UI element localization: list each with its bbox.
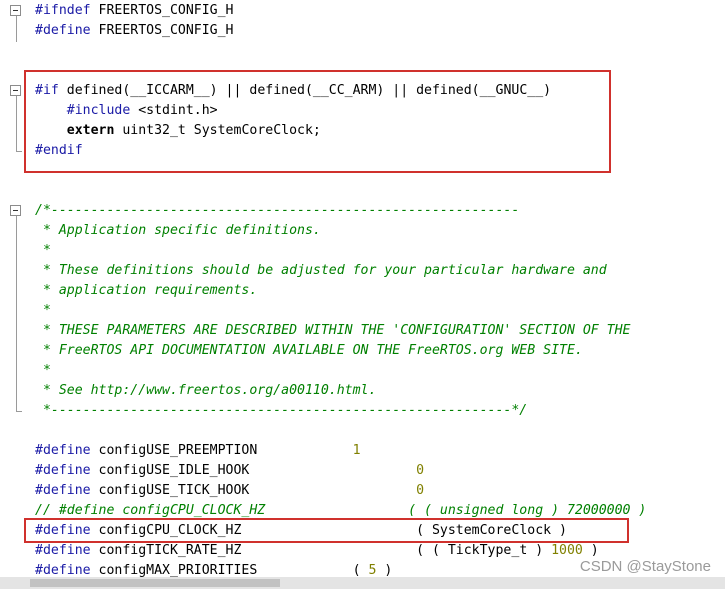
scrollbar-thumb[interactable] <box>30 579 280 587</box>
code-token: configUSE_IDLE_HOOK <box>90 463 417 478</box>
code-line[interactable]: * FreeRTOS API DOCUMENTATION AVAILABLE O… <box>35 341 583 361</box>
code-token: ) <box>376 563 393 578</box>
fold-guide-line <box>16 216 17 412</box>
watermark: CSDN @StayStone <box>579 558 711 575</box>
code-line[interactable]: * <box>35 361 51 381</box>
code-token: ) <box>582 543 599 558</box>
code-token: * FreeRTOS API DOCUMENTATION AVAILABLE O… <box>35 343 583 358</box>
code-token: * <box>35 303 51 318</box>
code-token: #define <box>35 543 91 558</box>
code-line[interactable]: * These definitions should be adjusted f… <box>35 261 607 281</box>
code-line[interactable]: #define configUSE_TICK_HOOK 0 <box>35 481 424 501</box>
highlight-box-conditional-include <box>24 70 611 173</box>
code-token: /*--------------------------------------… <box>35 203 520 218</box>
code-token: configMAX_PRIORITIES ( <box>90 563 369 578</box>
code-line[interactable]: #ifndef FREERTOS_CONFIG_H <box>35 1 234 21</box>
code-token: #define <box>35 463 91 478</box>
code-line[interactable]: #define configTICK_RATE_HZ ( ( TickType_… <box>35 541 599 561</box>
code-token: #define <box>35 483 91 498</box>
code-token: * application requirements. <box>35 283 258 298</box>
code-token: FREERTOS_CONFIG_H <box>90 23 234 38</box>
code-token: * See http://www.freertos.org/a00110.htm… <box>35 383 377 398</box>
code-line[interactable]: * <box>35 301 51 321</box>
code-line[interactable]: *---------------------------------------… <box>35 401 527 421</box>
code-token: configTICK_RATE_HZ ( ( TickType_t ) <box>90 543 552 558</box>
code-line[interactable]: * See http://www.freertos.org/a00110.htm… <box>35 381 376 401</box>
fold-collapse-icon[interactable] <box>10 85 21 96</box>
code-line[interactable]: #define FREERTOS_CONFIG_H <box>35 21 234 41</box>
code-line[interactable]: #define configUSE_PREEMPTION 1 <box>35 441 361 461</box>
code-line[interactable]: * THESE PARAMETERS ARE DESCRIBED WITHIN … <box>35 321 631 341</box>
code-token: 1000 <box>551 543 583 558</box>
code-token: #define <box>35 563 91 578</box>
highlight-box-cpu-clock <box>24 518 629 543</box>
code-token: configUSE_TICK_HOOK <box>90 483 417 498</box>
fold-end-tick <box>16 411 22 412</box>
code-token: 0 <box>416 463 425 478</box>
code-line[interactable]: * <box>35 241 51 261</box>
code-token: FREERTOS_CONFIG_H <box>90 3 234 18</box>
code-token: * <box>35 363 51 378</box>
code-token: * Application specific definitions. <box>35 223 321 238</box>
code-line[interactable]: * Application specific definitions. <box>35 221 321 241</box>
fold-guide-line <box>16 16 17 42</box>
fold-collapse-icon[interactable] <box>10 5 21 16</box>
code-line[interactable]: /*--------------------------------------… <box>35 201 519 221</box>
code-token: // #define configCPU_CLOCK_HZ ( ( unsign… <box>35 503 647 518</box>
code-token: #define <box>35 443 91 458</box>
code-token: 1 <box>352 443 361 458</box>
code-token: #ifndef <box>35 3 91 18</box>
code-line[interactable]: * application requirements. <box>35 281 257 301</box>
code-line[interactable]: #define configUSE_IDLE_HOOK 0 <box>35 461 424 481</box>
code-token: *---------------------------------------… <box>35 403 528 418</box>
code-token: #define <box>35 23 91 38</box>
fold-guide-line <box>16 96 17 152</box>
code-token: * THESE PARAMETERS ARE DESCRIBED WITHIN … <box>35 323 631 338</box>
code-token: * These definitions should be adjusted f… <box>35 263 607 278</box>
fold-collapse-icon[interactable] <box>10 205 21 216</box>
code-token: 0 <box>416 483 425 498</box>
fold-end-tick <box>16 151 22 152</box>
horizontal-scrollbar[interactable] <box>0 577 725 589</box>
code-token: configUSE_PREEMPTION <box>90 443 353 458</box>
code-token: * <box>35 243 51 258</box>
